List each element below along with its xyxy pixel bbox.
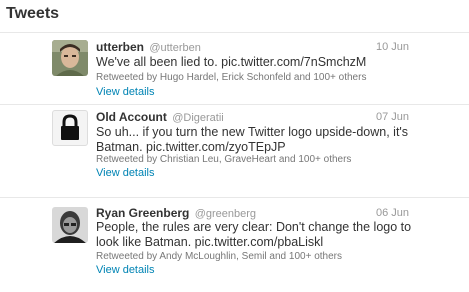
tweet-text: So uh... if you turn the new Twitter log… xyxy=(96,125,409,154)
tweet-text: People, the rules are very clear: Don't … xyxy=(96,220,412,249)
tweet-date[interactable]: 07 Jun xyxy=(376,111,409,123)
view-details-link[interactable]: View details xyxy=(96,264,155,276)
photo-avatar-icon[interactable] xyxy=(52,207,88,243)
retweeted-by: Retweeted by Hugo Hardel, Erick Schonfel… xyxy=(96,72,367,83)
author-handle[interactable]: @greenberg xyxy=(195,208,256,220)
section-title: Tweets xyxy=(6,5,60,22)
tweet-item[interactable]: Ryan Greenberg @greenberg 06 Jun People,… xyxy=(0,198,469,292)
author-name[interactable]: utterben xyxy=(96,40,144,54)
tweet-item[interactable]: utterben @utterben 10 Jun We've all been… xyxy=(0,33,469,105)
author-handle[interactable]: @Digeratii xyxy=(172,112,224,124)
tweet-author: Old Account @Digeratii xyxy=(96,110,224,124)
tweet-date[interactable]: 10 Jun xyxy=(376,41,409,53)
author-name[interactable]: Ryan Greenberg xyxy=(96,206,189,220)
tweet-date[interactable]: 06 Jun xyxy=(376,207,409,219)
tweet-author: utterben @utterben xyxy=(96,40,201,54)
tweet-author: Ryan Greenberg @greenberg xyxy=(96,206,256,220)
tweets-header: Tweets xyxy=(0,0,469,33)
tweet-text: We've all been lied to. pic.twitter.com/… xyxy=(96,55,367,69)
retweeted-by: Retweeted by Andy McLoughlin, Semil and … xyxy=(96,251,342,262)
author-name[interactable]: Old Account xyxy=(96,110,167,124)
retweeted-by: Retweeted by Christian Leu, GraveHeart a… xyxy=(96,154,352,165)
lock-icon[interactable] xyxy=(52,110,88,146)
view-details-link[interactable]: View details xyxy=(96,167,155,179)
author-handle[interactable]: @utterben xyxy=(149,42,201,54)
photo-avatar-icon[interactable] xyxy=(52,40,88,76)
view-details-link[interactable]: View details xyxy=(96,86,155,98)
tweet-item[interactable]: Old Account @Digeratii 07 Jun So uh... i… xyxy=(0,105,469,198)
